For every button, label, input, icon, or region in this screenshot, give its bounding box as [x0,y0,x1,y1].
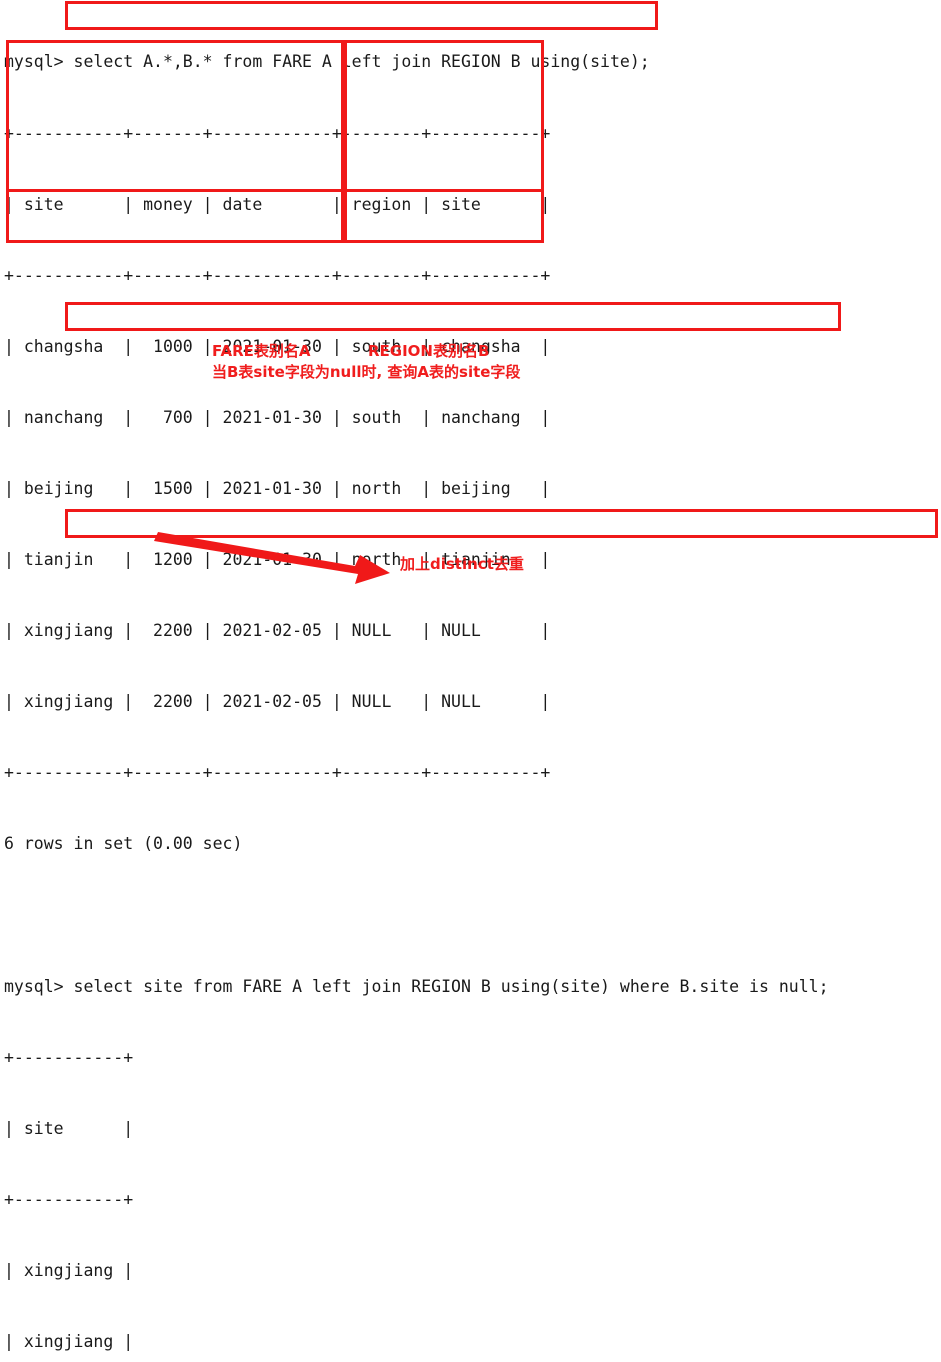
mysql-terminal-output: mysql> select A.*,B.* from FARE A left j… [0,0,941,1351]
table-row: | xingjiang | [4,1261,134,1280]
table2-header-row: | site | [4,1118,134,1138]
query-line-2[interactable]: mysql> select site from FARE A left join… [4,975,941,999]
status-line-1: 6 rows in set (0.00 sec) [4,834,243,854]
table-row: | beijing | 1500 | 2021-01-30 | north | … [4,478,551,498]
table1-header-row: | site | money | date | region | site | [4,194,551,214]
table-row: | xingjiang | [4,1332,134,1352]
table2-header-sep: +-----------+ [4,1189,134,1209]
table-row: | tianjin | 1200 | 2021-01-30 | north | … [4,550,551,570]
table1-top-border: +-----------+-------+------------+------… [4,123,551,143]
table-row: | xingjiang | 2200 | 2021-02-05 | NULL |… [4,692,551,712]
table-row: | changsha | 1000 | 2021-01-30 | south |… [4,336,551,356]
table-row: | nanchang | 700 | 2021-01-30 | south | … [4,407,551,427]
table2-top-border: +-----------+ [4,1047,134,1067]
table1-bottom-border: +-----------+-------+------------+------… [4,763,551,783]
table-row: | xingjiang | 2200 | 2021-02-05 | NULL |… [4,621,551,641]
table1-header-sep: +-----------+-------+------------+------… [4,265,551,285]
query-line-1[interactable]: mysql> select A.*,B.* from FARE A left j… [4,50,941,74]
